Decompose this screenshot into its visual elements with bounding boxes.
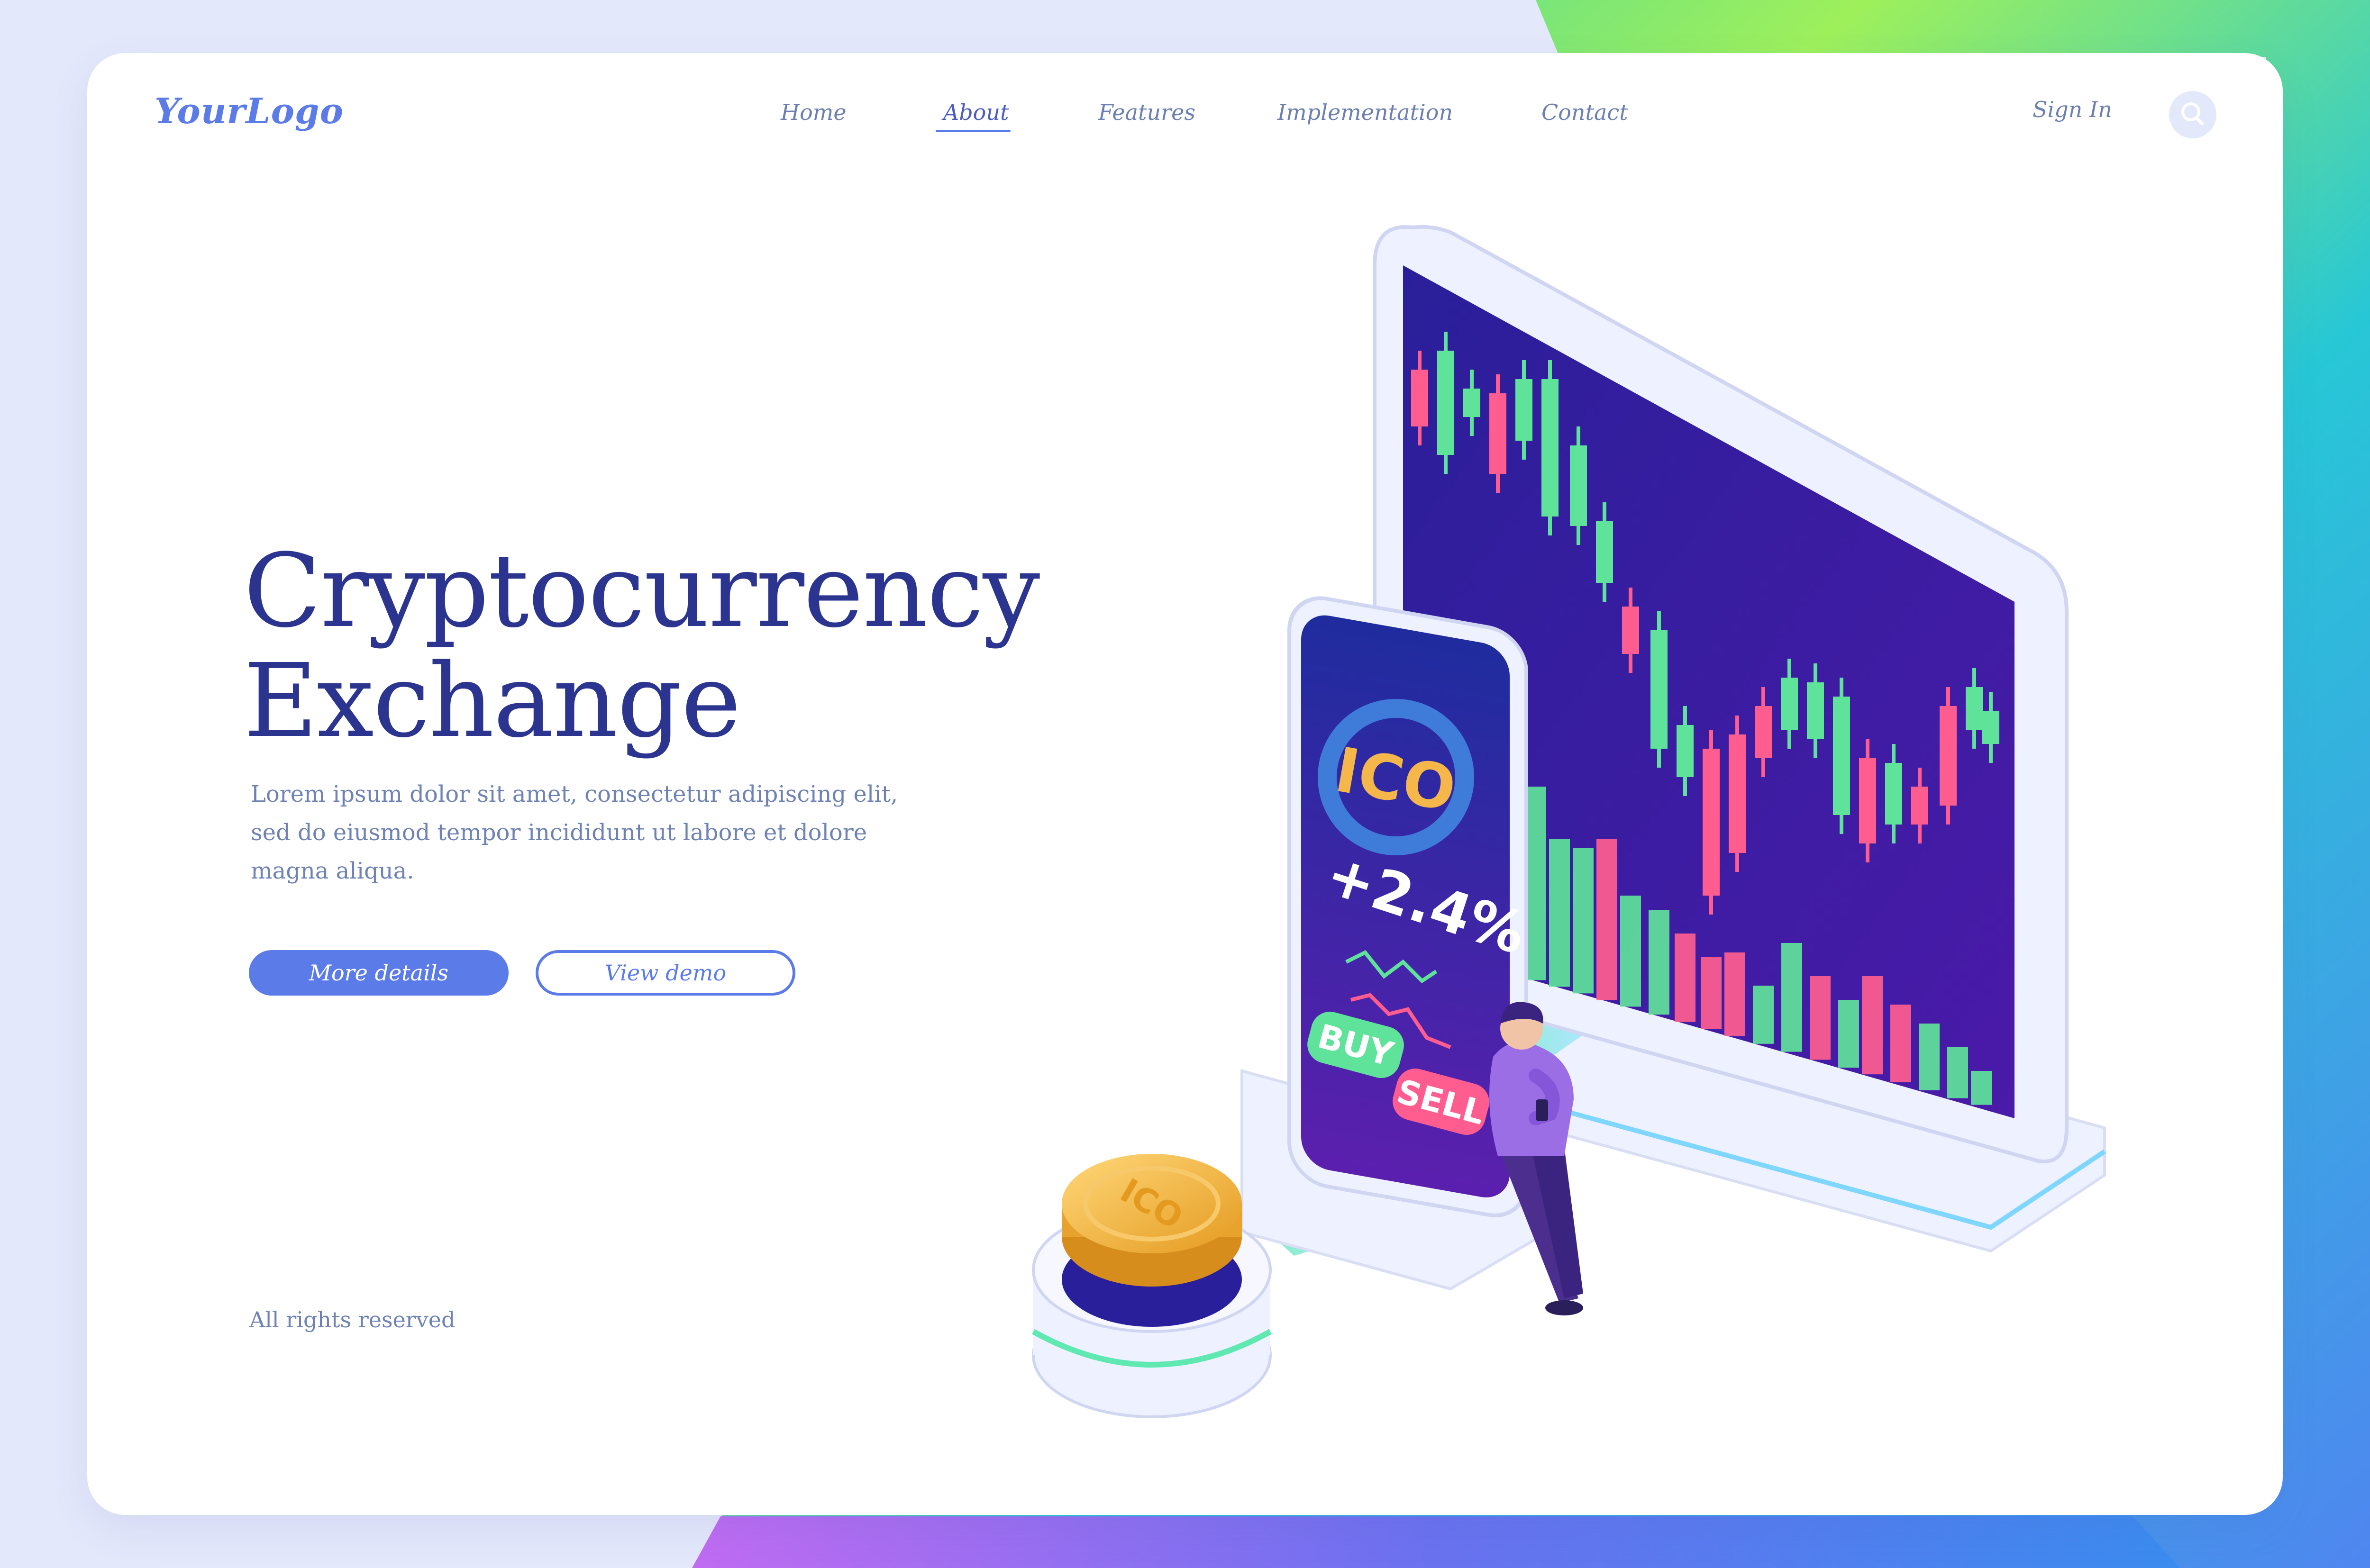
- candle-body: [1833, 697, 1850, 815]
- volume-bar: [1701, 957, 1722, 1029]
- volume-bar: [1947, 1047, 1968, 1098]
- volume-bar: [1549, 839, 1570, 987]
- candle-body: [1703, 749, 1720, 896]
- candle-body: [1807, 682, 1824, 739]
- volume-bar: [1675, 934, 1695, 1022]
- candle-body: [1437, 351, 1454, 455]
- candle-body: [1677, 725, 1694, 777]
- candle-body: [1859, 758, 1876, 843]
- candle-body: [1622, 607, 1639, 654]
- volume-bar: [1753, 986, 1774, 1044]
- candle-body: [1781, 678, 1798, 730]
- candle-body: [1650, 630, 1668, 749]
- volume-bar: [1620, 896, 1641, 1007]
- candle-body: [1515, 379, 1532, 441]
- candle-body: [1570, 445, 1587, 526]
- volume-bar: [1573, 848, 1594, 994]
- volume-bar: [1596, 839, 1617, 1000]
- volume-bar: [1838, 1000, 1859, 1068]
- volume-bar: [1781, 943, 1802, 1052]
- candle-body: [1755, 706, 1772, 758]
- crypto-exchange-illustration: ICO +2.4% BUY SELL ICO: [1032, 225, 2106, 1418]
- volume-bar: [1919, 1024, 1940, 1090]
- volume-bar: [1862, 976, 1883, 1075]
- candle-body: [1982, 711, 1999, 744]
- candle-body: [1911, 787, 1928, 825]
- candle-body: [1729, 734, 1746, 853]
- candle-body: [1885, 763, 1902, 825]
- candle-body: [1411, 370, 1428, 426]
- volume-bar: [1890, 1005, 1911, 1082]
- volume-bar: [1971, 1071, 1992, 1105]
- ico-coin: ICO: [1062, 1154, 1242, 1287]
- volume-bar: [1525, 787, 1546, 980]
- volume-bar: [1810, 976, 1831, 1060]
- candle-body: [1463, 389, 1480, 417]
- candle-body: [1541, 379, 1559, 517]
- candle-body: [1596, 521, 1613, 583]
- volume-bar: [1649, 910, 1669, 1015]
- candle-body: [1940, 706, 1957, 806]
- candle-body: [1489, 393, 1506, 474]
- volume-bar: [1724, 952, 1745, 1036]
- candle-body: [1966, 687, 1983, 730]
